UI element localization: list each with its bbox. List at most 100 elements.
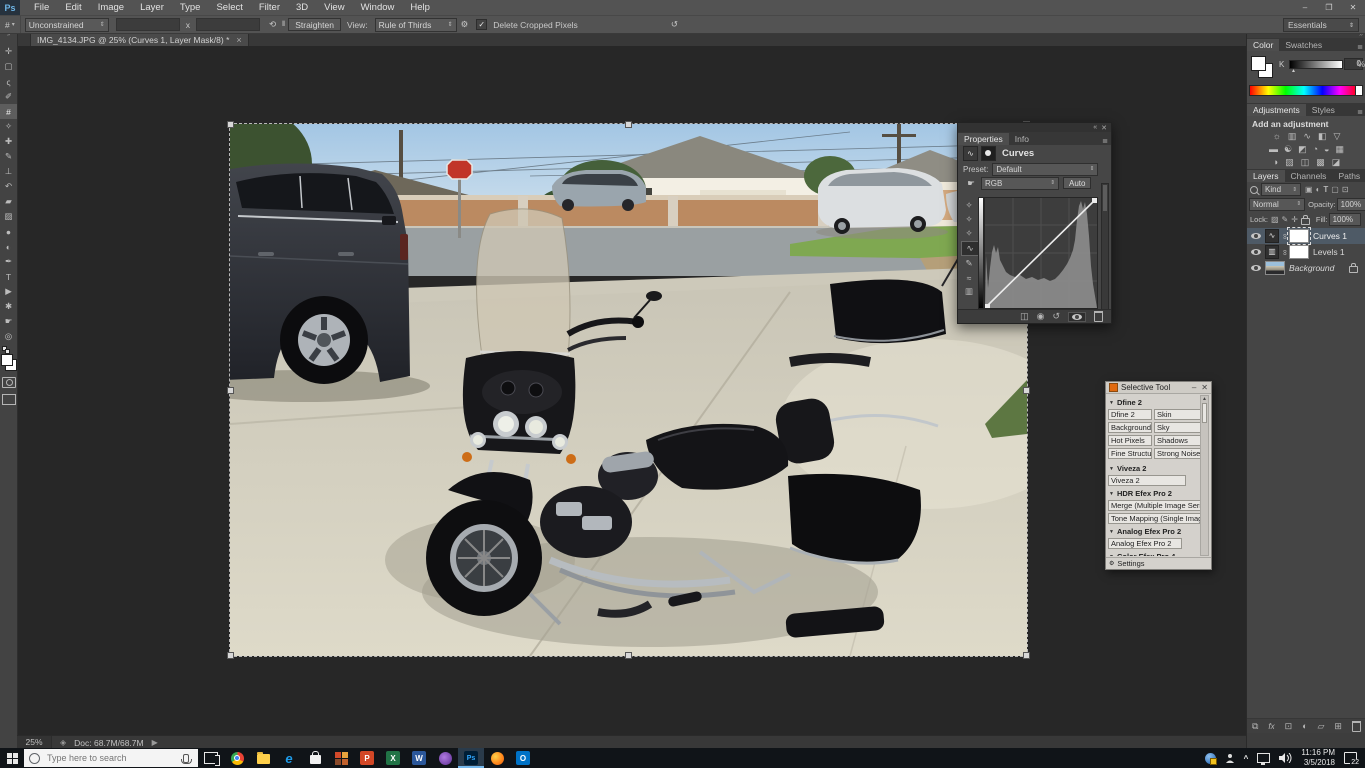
color-lookup-icon[interactable]: ▦ — [1335, 144, 1344, 155]
crop-handle-mid-left[interactable] — [227, 387, 234, 394]
add-layer-mask-icon[interactable]: ⊡ — [1285, 721, 1293, 732]
layer-mask-thumbnail[interactable] — [1287, 227, 1311, 245]
tab-paths[interactable]: Paths — [1332, 170, 1365, 182]
clip-to-layer-icon[interactable]: ◫ — [1020, 311, 1029, 322]
viveza2-button[interactable]: Viveza 2 — [1108, 475, 1186, 486]
layer-row-levels[interactable]: ▥ ∞ Levels 1 — [1247, 244, 1365, 260]
white-swatch[interactable] — [1355, 85, 1363, 96]
crop-handle-bottom-right[interactable] — [1023, 652, 1030, 659]
file-explorer-icon[interactable] — [250, 748, 276, 768]
panel-scrollbar[interactable] — [1101, 183, 1109, 311]
taskbar-clock[interactable]: 11:16 PM 3/5/2018 — [1301, 748, 1335, 768]
close-selective-icon[interactable]: ✕ — [1201, 383, 1208, 392]
clipping-display-icon[interactable]: ▥ — [961, 285, 977, 298]
merge-button[interactable]: Merge (Multiple Image Series) — [1108, 500, 1201, 511]
lock-all-icon[interactable] — [1300, 214, 1310, 225]
gradient-map-icon[interactable]: ▩ — [1316, 157, 1325, 168]
auto-button[interactable]: Auto — [1063, 177, 1092, 189]
straighten-button[interactable]: Straighten — [288, 18, 341, 31]
microphone-icon[interactable] — [181, 753, 192, 764]
tab-layers[interactable]: Layers — [1247, 170, 1285, 182]
smooth-curve-icon[interactable]: ≈ — [961, 271, 977, 284]
brush-tool[interactable]: ✎ — [0, 149, 17, 164]
foreground-color-swatch[interactable] — [1251, 56, 1266, 71]
tab-channels[interactable]: Channels — [1285, 170, 1333, 182]
powerpoint-icon[interactable]: P — [354, 748, 380, 768]
layer-row-background[interactable]: Background — [1247, 260, 1365, 276]
display-icon[interactable] — [1257, 753, 1271, 765]
move-tool[interactable]: ✛ — [0, 44, 17, 59]
curves-graph[interactable] — [984, 197, 1098, 309]
link-layers-icon[interactable]: ⧉ — [1252, 721, 1258, 732]
word-icon[interactable]: W — [406, 748, 432, 768]
minimize-selective-icon[interactable]: – — [1192, 383, 1196, 392]
new-layer-icon[interactable]: ⊞ — [1334, 721, 1342, 732]
section-color-efex[interactable]: Color Efex Pro 4 — [1117, 552, 1175, 556]
layer-mask-icon[interactable] — [981, 146, 996, 161]
collapse-section-icon[interactable]: ▼ — [1109, 466, 1114, 472]
exposure-icon[interactable]: ◧ — [1318, 131, 1327, 142]
targeted-adjustment-icon[interactable]: ☛ — [963, 177, 979, 190]
custom-shape-tool[interactable]: ✱ — [0, 299, 17, 314]
menu-file[interactable]: File — [26, 2, 57, 13]
brightness-contrast-icon[interactable]: ☼ — [1273, 131, 1281, 142]
selective-scrollbar[interactable]: ▲ — [1200, 395, 1209, 556]
panel-menu-icon[interactable]: ≣ — [1357, 43, 1365, 51]
fill-field[interactable]: 100% — [1328, 212, 1361, 226]
default-colors-icon[interactable] — [1, 346, 10, 354]
panel-menu-icon[interactable]: ≣ — [1357, 108, 1365, 116]
crop-handle-mid-right[interactable] — [1023, 387, 1030, 394]
purple-app-icon[interactable] — [432, 748, 458, 768]
layer-name[interactable]: Levels 1 — [1313, 247, 1345, 257]
threshold-icon[interactable]: ◫ — [1301, 157, 1310, 168]
menu-type[interactable]: Type — [172, 2, 209, 13]
visibility-eye-icon[interactable] — [1251, 265, 1261, 271]
menu-edit[interactable]: Edit — [57, 2, 89, 13]
delete-cropped-checkbox[interactable]: ✓ — [476, 19, 488, 30]
history-brush-tool[interactable]: ↶ — [0, 179, 17, 194]
opacity-field[interactable]: 100% — [1336, 197, 1365, 211]
menu-filter[interactable]: Filter — [251, 2, 288, 13]
clone-stamp-tool[interactable]: ⊥ — [0, 164, 17, 179]
filter-type-icon[interactable]: T — [1323, 185, 1328, 194]
edge-icon[interactable]: e — [276, 748, 302, 768]
blend-mode-dropdown[interactable]: Normal ⇕ — [1249, 197, 1306, 211]
gradient-tool[interactable]: ▨ — [0, 209, 17, 224]
menu-image[interactable]: Image — [90, 2, 132, 13]
mask-link-icon[interactable]: ∞ — [1281, 248, 1290, 256]
photoshop-taskbar-icon[interactable]: Ps — [458, 748, 484, 768]
k-slider[interactable] — [1289, 60, 1343, 69]
tone-mapping-button[interactable]: Tone Mapping (Single Image) — [1108, 513, 1201, 524]
edit-points-icon[interactable]: ∿ — [961, 241, 979, 256]
lock-transparency-icon[interactable]: ▨ — [1271, 215, 1279, 224]
collapse-panel-icon[interactable]: « — [1093, 124, 1097, 131]
collapse-section-icon[interactable]: ▼ — [1109, 529, 1114, 535]
restore-button[interactable]: ❐ — [1317, 0, 1341, 15]
crop-height-input[interactable] — [196, 18, 260, 31]
crop-handle-top-center[interactable] — [625, 121, 632, 128]
menu-layer[interactable]: Layer — [132, 2, 172, 13]
levels-icon[interactable]: ▥ — [1288, 131, 1297, 142]
invert-icon[interactable]: ◑ — [1273, 157, 1278, 168]
layer-mask-thumbnail[interactable] — [1289, 245, 1309, 259]
filter-smart-object-icon[interactable]: ⊡ — [1342, 185, 1349, 194]
white-point-eyedropper-icon[interactable]: ✧ — [961, 227, 977, 240]
color-balance-icon[interactable]: ☯ — [1284, 144, 1292, 155]
section-analog-efex[interactable]: Analog Efex Pro 2 — [1117, 527, 1181, 536]
eraser-tool[interactable]: ▰ — [0, 194, 17, 209]
crop-handle-top-left[interactable] — [227, 121, 234, 128]
lock-pixels-icon[interactable]: ✎ — [1282, 215, 1289, 224]
channel-dropdown[interactable]: RGB ⇕ — [981, 176, 1059, 190]
minimize-button[interactable]: – — [1293, 0, 1317, 15]
analog-efex-button[interactable]: Analog Efex Pro 2 — [1108, 538, 1182, 549]
menu-window[interactable]: Window — [353, 2, 403, 13]
sky-button[interactable]: Sky — [1154, 422, 1201, 433]
task-view-button[interactable] — [198, 748, 224, 768]
shadows-button[interactable]: Shadows — [1154, 435, 1201, 446]
filter-image-icon[interactable]: ▣ — [1305, 185, 1313, 194]
strong-noise-button[interactable]: Strong Noise — [1154, 448, 1201, 459]
visibility-eye-icon[interactable] — [1251, 249, 1261, 255]
blur-tool[interactable]: ● — [0, 224, 17, 239]
layer-row-curves[interactable]: ∿ ∞ Curves 1 — [1247, 227, 1365, 245]
black-point-eyedropper-icon[interactable]: ✧ — [961, 199, 977, 212]
